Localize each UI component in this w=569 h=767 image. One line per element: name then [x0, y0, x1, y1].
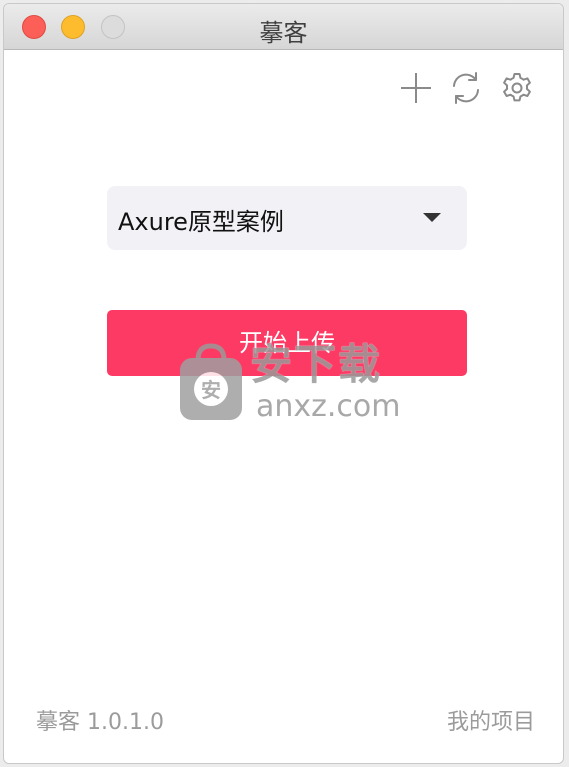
my-projects-link[interactable]: 我的项目: [447, 704, 535, 736]
refresh-icon[interactable]: [446, 68, 486, 108]
gear-icon[interactable]: [497, 68, 537, 108]
title-bar: 摹客: [4, 4, 563, 50]
project-select-value: Axure原型案例: [118, 208, 284, 236]
app-version: 摹客 1.0.1.0: [36, 710, 164, 735]
add-icon[interactable]: [396, 68, 436, 108]
start-upload-button[interactable]: 开始上传: [107, 310, 467, 376]
app-window: 摹客 Axure原型案例 开始上传 安 安下载 anxz.com 摹客 1.0.…: [3, 3, 564, 764]
window-title: 摹客: [259, 19, 308, 47]
project-select[interactable]: Axure原型案例: [107, 186, 467, 250]
chevron-down-icon: [423, 213, 441, 222]
watermark-domain: anxz.com: [256, 389, 401, 424]
svg-text:安: 安: [201, 378, 221, 402]
